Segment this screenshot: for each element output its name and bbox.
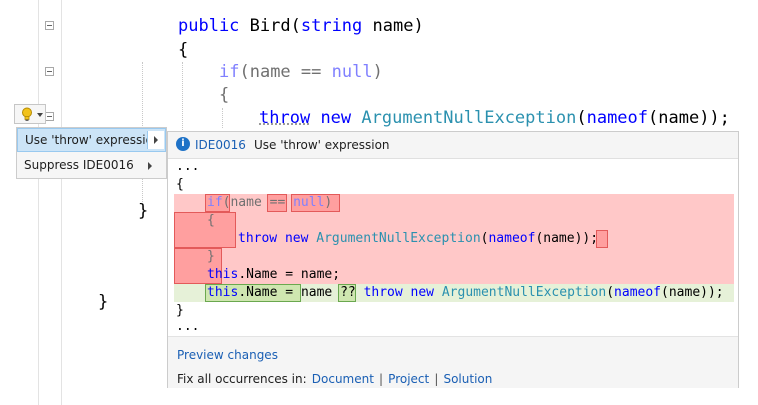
code-line-if: if(name == null) [219,62,383,82]
preview-ellipsis: ... [176,319,200,334]
indent-guide [222,108,223,128]
chevron-right-icon [154,136,158,144]
code-text: ) [324,195,333,210]
preview-panel: i IDE0016 Use 'throw' expression ... { i… [167,131,739,388]
code-text: (name)); [648,108,730,128]
scope-solution-link[interactable]: Solution [443,372,492,386]
preview-changes-link[interactable]: Preview changes [177,348,278,362]
keyword: public [178,16,240,36]
code-text: (name == [239,62,332,82]
preview-ellipsis: ... [176,159,200,174]
scope-project-link[interactable]: Project [388,372,429,386]
keyword: nameof [488,231,536,246]
removed-token [174,212,236,248]
preview-footer: Preview changes Fix all occurrences in: … [168,336,738,388]
separator: | [379,372,384,386]
method-name: Bird( [249,16,301,36]
code-text: (name)); [535,231,599,246]
preview-title: Use 'throw' expression [254,138,390,152]
lightbulb-icon [22,107,32,121]
preview-line-throw: throw new ArgumentNullException(nameof(n… [238,231,599,246]
diagnostic-id-link[interactable]: IDE0016 [195,138,246,152]
keyword: new [320,108,352,128]
code-closing-brace: } [98,292,109,312]
code-text: (name == [222,195,294,210]
chevron-down-icon [37,113,43,117]
fix-all-label: Fix all occurrences in: [177,372,307,386]
code-line-inner-brace: { [219,85,230,105]
chevron-right-icon [148,162,152,170]
separator: | [434,372,439,386]
collapse-icon[interactable] [45,112,54,121]
preview-line-assign-old: this.Name = name; [207,266,340,284]
keyword: this [207,285,239,300]
collapse-icon[interactable] [45,21,54,30]
keyword: this [207,267,239,282]
gutter-divider [38,0,39,405]
scope-document-link[interactable]: Document [312,372,374,386]
quick-actions-menu: Use 'throw' expression Suppress IDE0016 [16,127,167,179]
code-text: ) [372,62,383,82]
type-name: ArgumentNullException [316,231,481,246]
preview-line-assign-new: this.Name = name ?? throw new ArgumentNu… [207,285,724,300]
menu-item-label: Suppress IDE0016 [24,158,134,172]
keyword: nameof [614,285,662,300]
fix-all-row: Fix all occurrences in: Document | Proje… [177,368,492,387]
code-line-constructor: public Bird(string name) [178,16,424,36]
code-text: .Name = name; [238,267,341,282]
margin-divider [61,0,62,405]
keyword: throw [259,108,311,128]
keyword: nameof [586,108,649,128]
keyword: throw [238,231,278,246]
keyword: new [284,231,309,246]
info-icon: i [176,137,190,151]
code-line-throw: throw new ArgumentNullException(nameof(n… [259,108,730,128]
code-text: .Name = [238,285,301,300]
submenu-button[interactable] [147,131,164,149]
type-name: ArgumentNullException [361,108,577,128]
menu-item-use-throw-expression[interactable]: Use 'throw' expression [17,128,166,152]
code-closing-brace: } [138,201,149,221]
keyword: throw [363,285,403,300]
menu-item-suppress[interactable]: Suppress IDE0016 [17,154,166,178]
param: name) [362,16,424,36]
keyword: if [207,195,223,210]
preview-header: i IDE0016 Use 'throw' expression [168,132,738,159]
keyword: new [410,285,435,300]
operator: ?? [340,285,356,300]
preview-line-if: if(name == null) [207,194,332,212]
keyword: string [300,16,363,36]
code-text: (name)); [661,285,724,300]
preview-open-brace: { [176,177,184,192]
preview-inner-open: { [207,213,215,228]
menu-item-label: Use 'throw' expression [25,133,161,147]
keyword: if [219,62,240,82]
code-text: name [300,285,341,300]
keyword: null [331,62,373,82]
keyword: null [293,195,325,210]
collapse-icon[interactable] [45,67,54,76]
preview-inner-close: } [207,249,215,264]
lightbulb-button[interactable] [14,104,46,124]
code-line-open-brace: { [178,40,189,60]
type-name: ArgumentNullException [441,285,607,300]
